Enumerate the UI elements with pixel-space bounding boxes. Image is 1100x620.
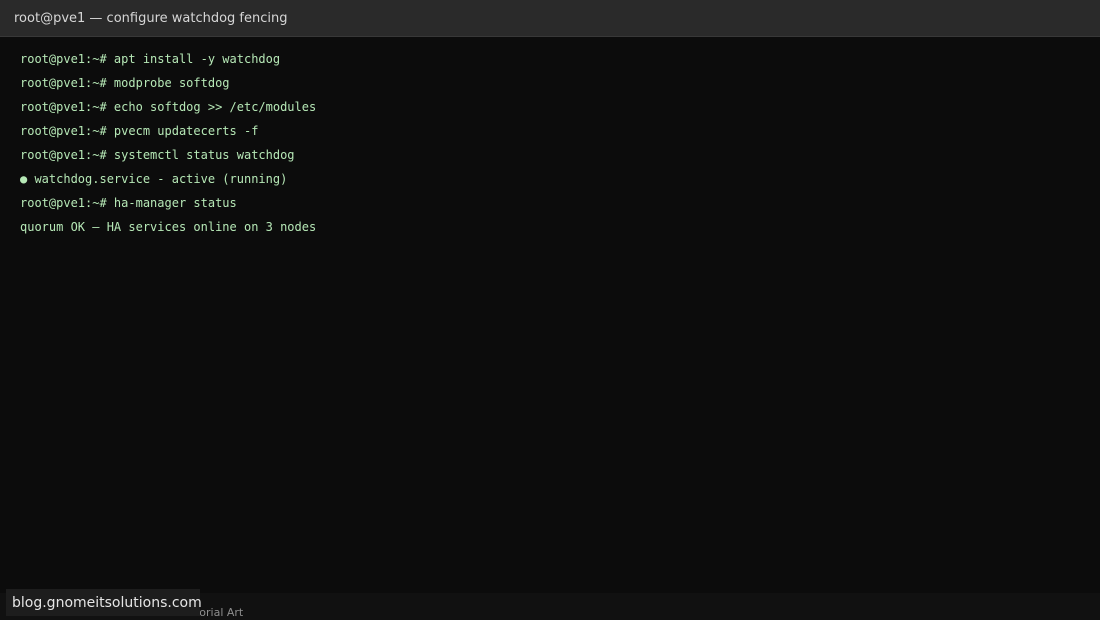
terminal-line: root@pve1:~# apt install -y watchdog	[20, 52, 281, 66]
terminal-line: ● watchdog.service - active (running)	[20, 172, 288, 186]
window-title: root@pve1 — configure watchdog fencing	[14, 11, 288, 26]
terminal-output[interactable]: root@pve1:~# apt install -y watchdog roo…	[0, 37, 1100, 593]
terminal-line: root@pve1:~# pvecm updatecerts -f	[20, 124, 259, 138]
window-titlebar: root@pve1 — configure watchdog fencing	[0, 0, 1100, 37]
watermark-badge: blog.gnomeitsolutions.com	[6, 589, 202, 616]
watermark-text: blog.gnomeitsolutions.com	[12, 595, 202, 611]
terminal-line: quorum OK — HA services online on 3 node…	[20, 220, 317, 234]
terminal-line: root@pve1:~# systemctl status watchdog	[20, 148, 295, 162]
terminal-line: root@pve1:~# ha-manager status	[20, 196, 237, 210]
terminal-line: root@pve1:~# modprobe softdog	[20, 76, 230, 90]
terminal-line: root@pve1:~# echo softdog >> /etc/module…	[20, 100, 317, 114]
